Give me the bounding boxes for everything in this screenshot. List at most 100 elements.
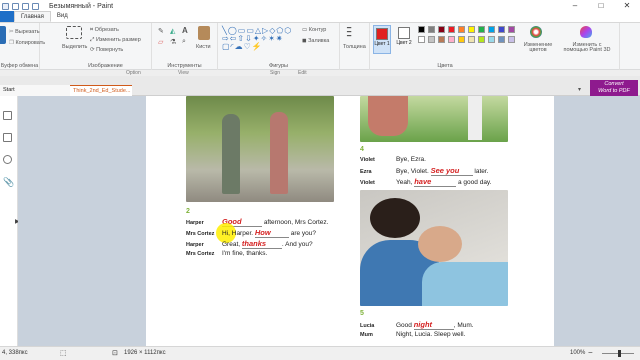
brushes-button[interactable]: Кисти <box>196 44 211 50</box>
palette-swatch[interactable] <box>478 26 485 33</box>
palette-swatch[interactable] <box>428 36 435 43</box>
palette-swatch[interactable] <box>418 26 425 33</box>
paint-app-icon <box>2 2 9 10</box>
image-size: 1926 × 1112пкс <box>124 350 166 356</box>
thickness-button[interactable]: Толщина <box>343 44 366 50</box>
tab-document[interactable]: Think_2nd_Ed_Stude... <box>70 85 132 96</box>
undo-icon[interactable] <box>22 2 29 10</box>
color2-button[interactable]: Цвет 2 <box>395 25 413 54</box>
palette-swatch[interactable] <box>448 36 455 43</box>
cut-button[interactable]: ✂ Вырезать <box>9 29 40 35</box>
resize-button[interactable]: ⤢ Изменить размер <box>90 37 141 44</box>
copy-button[interactable]: ❐ Копировать <box>9 40 45 46</box>
palette-swatch[interactable] <box>448 26 455 33</box>
edit-colors-icon[interactable] <box>530 26 542 38</box>
palette-swatch[interactable] <box>468 36 475 43</box>
color2-swatch <box>398 27 410 39</box>
outline-button[interactable]: ▭ Контур <box>302 27 326 33</box>
palette-swatch[interactable] <box>468 26 475 33</box>
face-shape <box>418 226 462 262</box>
zoom-out-button[interactable]: − <box>588 348 593 357</box>
paint3d-icon[interactable] <box>580 26 592 38</box>
dialogue-line: Ezra Bye, Violet. See you later. <box>360 166 488 176</box>
speaker: Harper <box>186 220 204 226</box>
color1-button[interactable]: Цвет 1 <box>373 25 391 54</box>
comment-icon[interactable] <box>3 155 12 164</box>
tab-start[interactable]: Start <box>0 85 70 96</box>
shapes-gallery[interactable]: ╲◯▭▭△▷◇⬠⬡ ⇨⇦⇧⇩✦✧✶✷ ▢◜☁♡⚡ <box>222 27 292 51</box>
redo-icon[interactable] <box>32 2 39 10</box>
line-text: a good day. <box>458 179 492 186</box>
palette-swatch[interactable] <box>438 26 445 33</box>
palette-swatch[interactable] <box>498 26 505 33</box>
window-title: Безымянный - Paint <box>49 2 114 10</box>
select-icon[interactable] <box>66 26 82 39</box>
tab-file[interactable] <box>0 11 14 22</box>
photo-women-walking <box>186 96 334 202</box>
chevron-down-icon[interactable]: ▾ <box>578 86 581 93</box>
color2-label: Цвет 2 <box>396 40 412 46</box>
rotate-button[interactable]: ⟳ Повернуть <box>90 47 123 53</box>
person-figure <box>222 114 240 194</box>
answer-blank: thanks <box>241 239 282 249</box>
convert-button[interactable]: Convert Word to PDF <box>590 80 638 96</box>
palette-swatch[interactable] <box>508 36 515 43</box>
bookmark-icon[interactable] <box>3 111 12 120</box>
cut-label: Вырезать <box>15 29 40 35</box>
ribbon: ✂ Вырезать ❐ Копировать Буфер обмена Выд… <box>0 23 640 70</box>
eraser-icon[interactable]: ▱ <box>158 38 163 46</box>
crop-button[interactable]: ⌗ Обрезать <box>90 27 119 34</box>
line-text: . And you? <box>281 241 313 248</box>
save-icon[interactable] <box>12 2 19 10</box>
color1-label: Цвет 1 <box>374 41 390 47</box>
palette-swatch[interactable] <box>458 36 465 43</box>
fill-bucket-icon[interactable]: ◭ <box>170 27 175 35</box>
palette-swatch[interactable] <box>438 36 445 43</box>
pencil-icon[interactable]: ✎ <box>158 27 164 35</box>
speaker: Harper <box>186 242 204 248</box>
pages-icon[interactable] <box>3 133 12 142</box>
hair-shape <box>370 198 420 238</box>
line-text: , Mum. <box>453 322 474 329</box>
fill-button[interactable]: ◼ Заливка <box>302 38 329 44</box>
maximize-button[interactable]: □ <box>588 0 614 12</box>
magnifier-icon[interactable]: ⌕ <box>182 38 186 46</box>
brushes-icon[interactable] <box>198 26 210 40</box>
person-figure <box>468 96 482 140</box>
palette-swatch[interactable] <box>478 36 485 43</box>
edit-colors-button[interactable]: Изменение цветов <box>522 42 554 53</box>
photo-friends <box>360 96 508 142</box>
tab-home[interactable]: Главная <box>14 11 51 22</box>
palette-swatch[interactable] <box>488 36 495 43</box>
palette-swatch[interactable] <box>458 26 465 33</box>
colors-group-label: Цвета <box>437 63 453 69</box>
palette-swatch[interactable] <box>498 36 505 43</box>
attachment-icon[interactable]: 📎 <box>3 178 14 187</box>
drawing-canvas[interactable]: 4 Violet Bye, Ezra. Ezra Bye, Violet. See … <box>18 96 640 346</box>
line-text: I'm fine, thanks. <box>222 250 268 257</box>
line-text: are you? <box>290 230 316 237</box>
window-controls: – □ ✕ <box>562 0 640 12</box>
palette-swatch[interactable] <box>418 36 425 43</box>
image-group-label: Изображение <box>88 63 123 69</box>
line-text: Bye, Ezra. <box>396 156 426 163</box>
paste-icon[interactable] <box>0 26 6 44</box>
dialogue-line: Violet Bye, Ezra. <box>360 156 426 163</box>
speaker: Mrs Cortez <box>186 231 215 237</box>
minimize-button[interactable]: – <box>562 0 588 12</box>
zoom-slider-thumb[interactable] <box>618 350 621 357</box>
palette-swatch[interactable] <box>488 26 495 33</box>
color-picker-icon[interactable]: ⚗ <box>170 38 176 46</box>
palette-swatch[interactable] <box>428 26 435 33</box>
close-button[interactable]: ✕ <box>614 0 640 12</box>
cursor-position: 4, 338пкс <box>2 350 28 356</box>
paint3d-button[interactable]: Изменить с помощью Paint 3D <box>562 42 612 53</box>
colors-group: Цвет 1 Цвет 2 Изменение цветов Изменить … <box>370 23 620 70</box>
pdf-side-panel: 📎 ▶ <box>0 96 20 346</box>
dialogue-line: Mrs Cortez I'm fine, thanks. <box>186 250 267 257</box>
palette-swatch[interactable] <box>508 26 515 33</box>
text-tool-icon[interactable]: A <box>182 26 188 35</box>
line-text: Hi, Harper. <box>222 230 254 237</box>
select-button[interactable]: Выделить <box>62 44 87 50</box>
tab-view[interactable]: Вид <box>51 11 74 22</box>
